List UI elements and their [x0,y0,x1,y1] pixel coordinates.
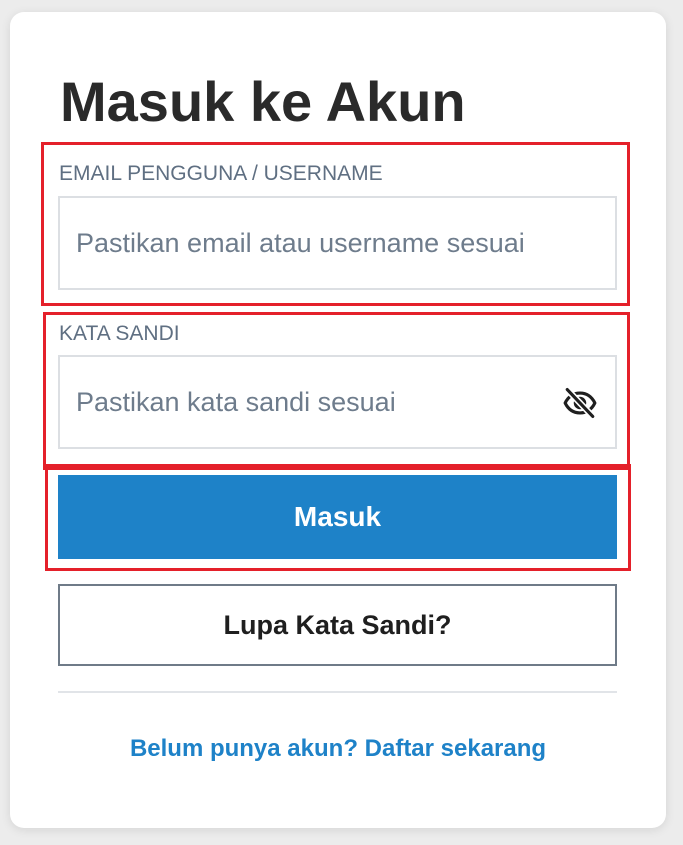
page-title: Masuk ke Akun [60,70,466,133]
password-label: KATA SANDI [59,322,180,345]
register-link[interactable]: Belum punya akun? Daftar sekarang [10,735,666,763]
password-field-wrapper [58,355,617,449]
password-input[interactable] [60,357,615,447]
eye-slash-icon[interactable] [561,386,599,420]
username-field-wrapper [58,196,617,290]
username-label: EMAIL PENGGUNA / USERNAME [59,162,383,185]
forgot-password-button[interactable]: Lupa Kata Sandi? [58,584,617,666]
divider [58,691,617,693]
login-button[interactable]: Masuk [58,475,617,559]
login-card: Masuk ke Akun EMAIL PENGGUNA / USERNAME … [10,12,666,828]
username-input[interactable] [60,198,615,288]
